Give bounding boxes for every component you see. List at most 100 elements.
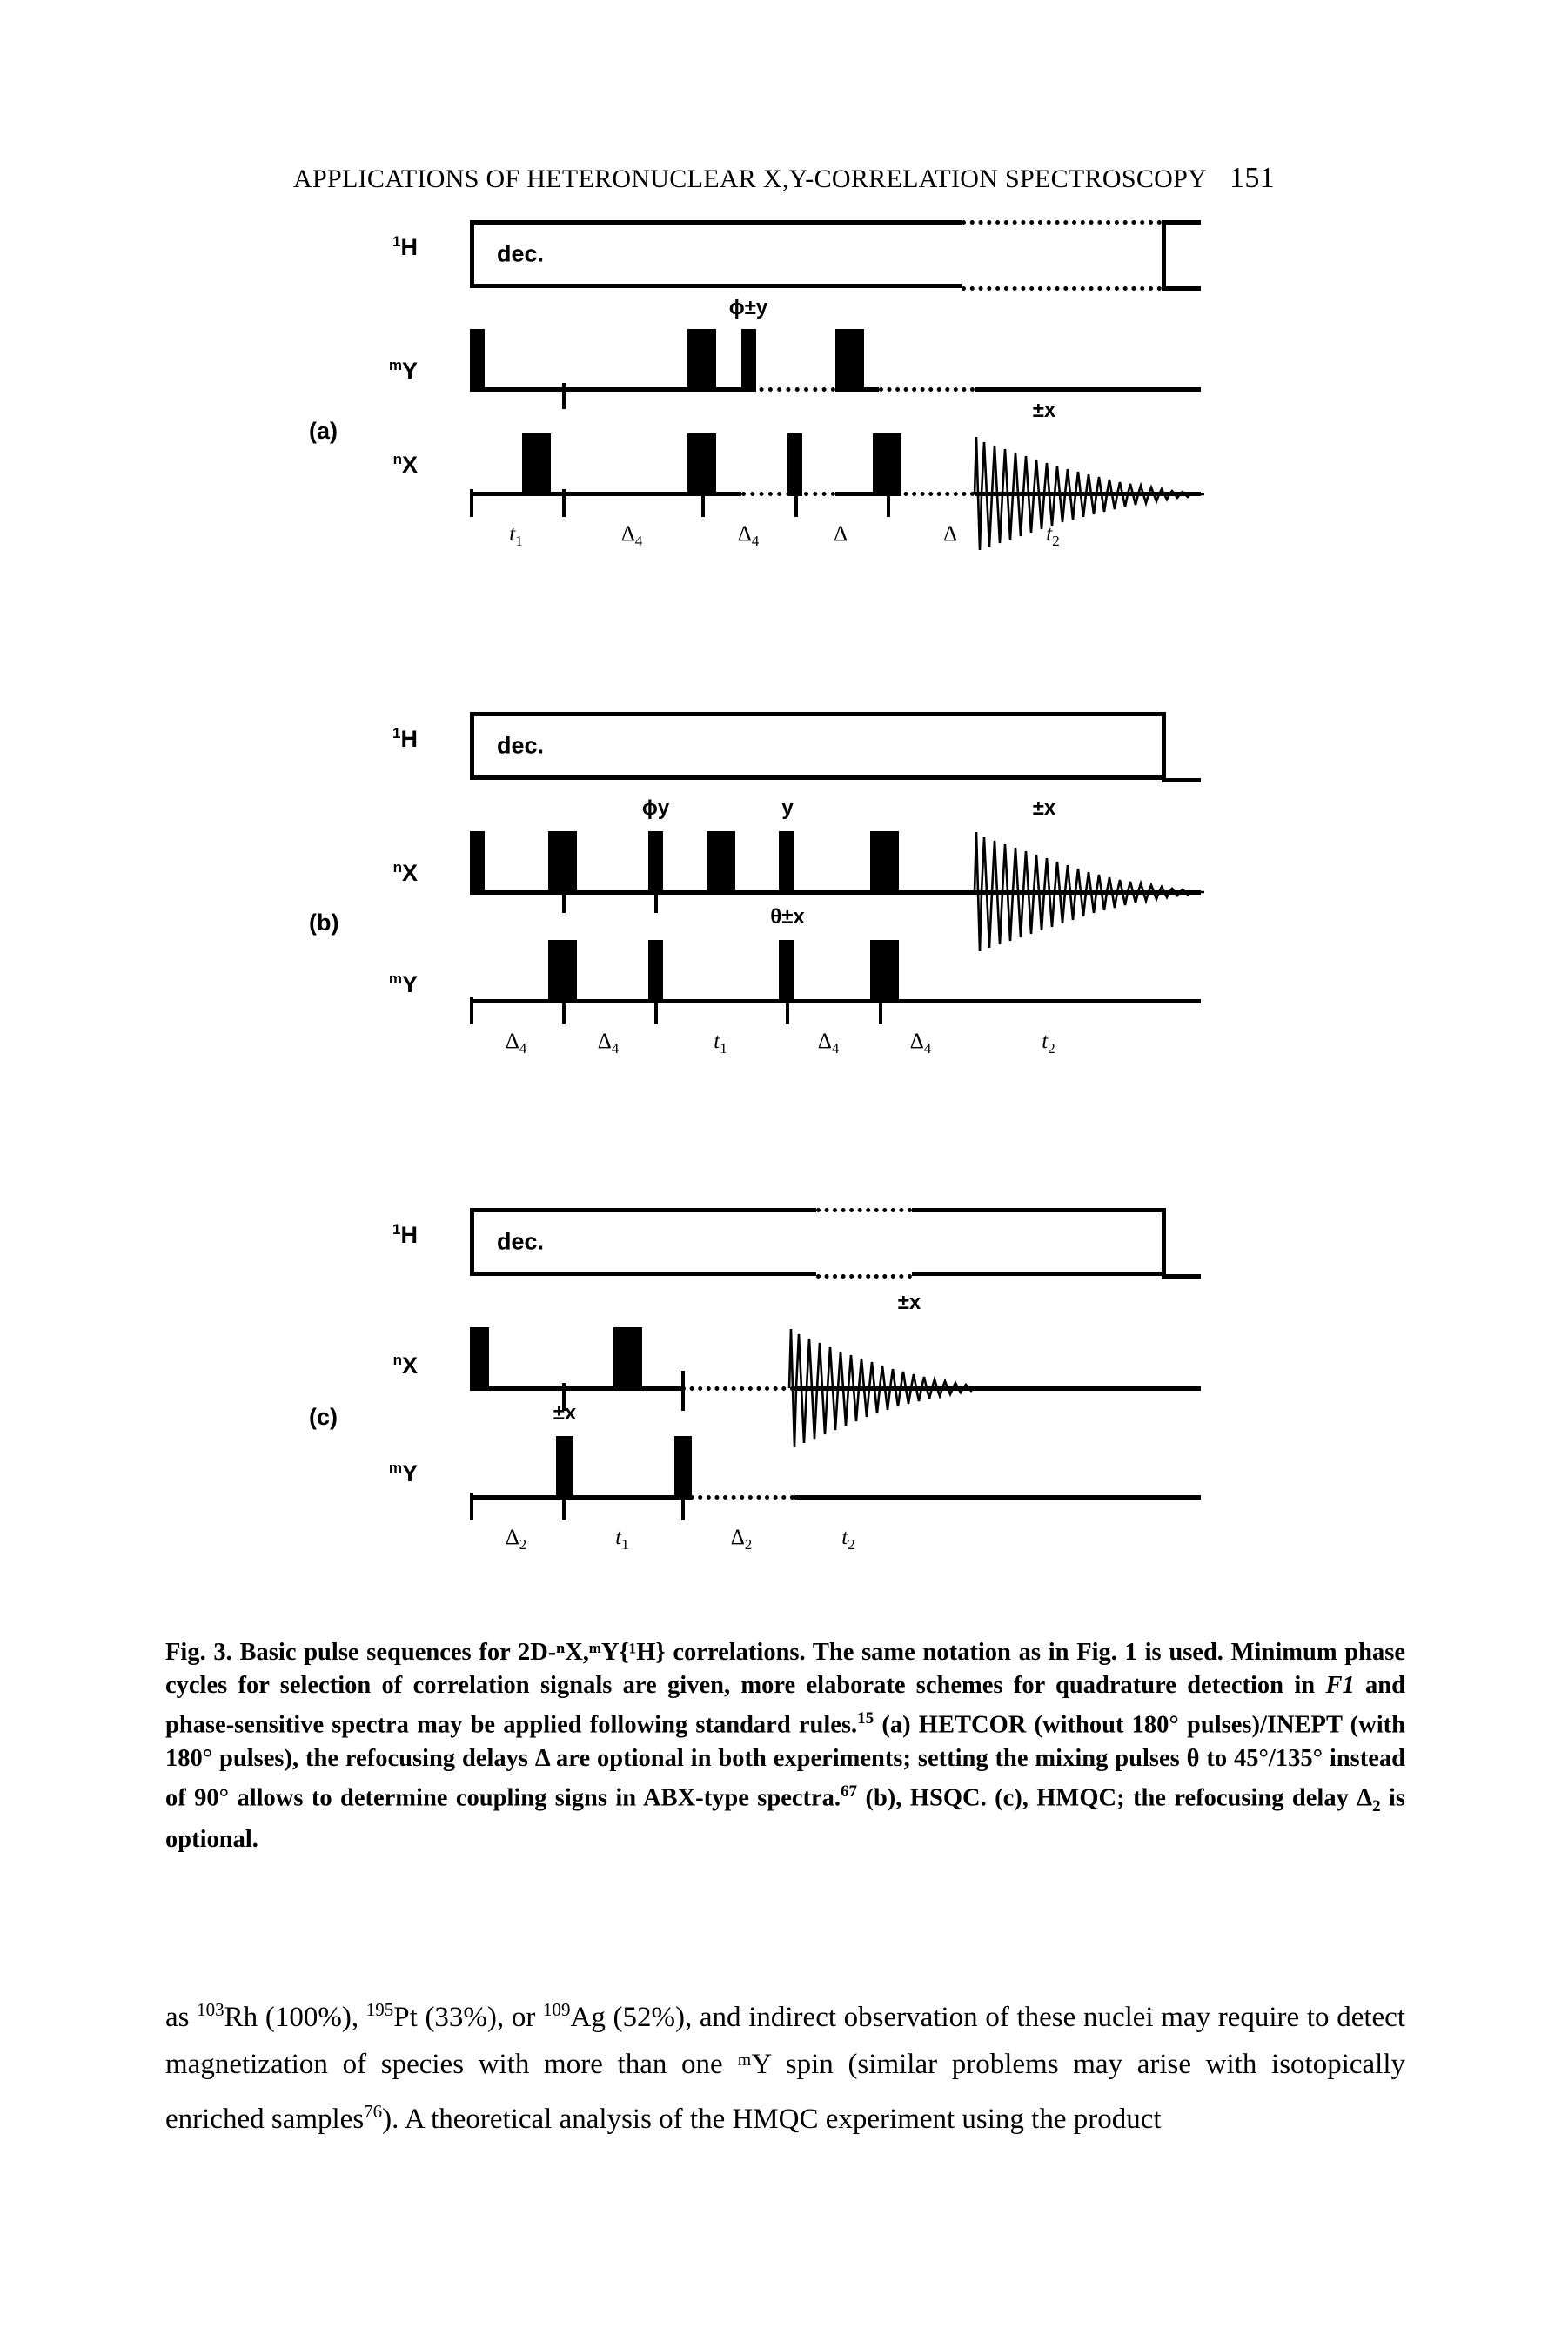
caption-text-5: (b), HSQC. (c), HMQC; the refocusing del… [857, 1784, 1373, 1811]
phase-label-nx-b-y: y [781, 796, 794, 820]
decoupler-label-b: dec. [497, 732, 545, 759]
decoupler-tail-bottom-a [1162, 286, 1201, 291]
tick-nx-b-1 [562, 887, 566, 913]
time-label-a-t1: t1 [509, 522, 523, 549]
decoupler-label-a: dec. [497, 240, 545, 267]
time-label-b-d4c: Δ4 [817, 1030, 840, 1057]
decoupler-box-c: dec. [470, 1208, 1166, 1276]
decoupler-tail-bottom-c [1162, 1274, 1201, 1279]
pulse-nx-b-5 [779, 831, 794, 895]
page-number: 151 [1230, 162, 1275, 194]
time-tick-c-1 [562, 1493, 566, 1520]
channel-label-1h-a: 1H [392, 233, 418, 260]
body-text-2: Rh (100%), [224, 2002, 366, 2033]
time-label-c-t1: t1 [615, 1526, 629, 1553]
time-tick-a-2 [701, 489, 705, 517]
panel-b: (b) 1H dec. nX ϕy y ±x mY θ±x Δ4 Δ4 t1 Δ… [0, 692, 1568, 1101]
phase-label-nx-b-x: ±x [1032, 796, 1056, 820]
time-tick-b-2 [654, 997, 658, 1024]
figure-caption: Fig. 3. Basic pulse sequences for 2D-ⁿX,… [165, 1636, 1405, 1856]
time-label-a-d4a: Δ4 [620, 522, 643, 549]
pulse-nx-a-1 [522, 433, 551, 496]
channel-label-my-c: mY [388, 1460, 418, 1487]
body-sup-76: 76 [364, 2101, 383, 2122]
pulse-my-c-2 [674, 1436, 692, 1500]
time-label-a-d2: Δ [942, 522, 958, 546]
pulse-nx-b-1 [470, 831, 485, 895]
channel-label-nx-a: nX [392, 451, 418, 478]
time-tick-b-1 [562, 997, 566, 1024]
channel-label-1h-b: 1H [392, 725, 418, 752]
phase-label-nx-a: ±x [1032, 399, 1056, 422]
caption-delta-sub: 2 [1372, 1796, 1381, 1815]
channel-label-my-a: mY [388, 357, 418, 384]
axis-my-c-2 [794, 1495, 1201, 1500]
caption-ref-67: 67 [841, 1782, 858, 1801]
pulse-my-b-2 [648, 940, 663, 1003]
channel-label-1h-c: 1H [392, 1221, 418, 1248]
tick-my-a-1 [562, 383, 566, 409]
pulse-my-b-3 [779, 940, 794, 1003]
fid-c [787, 1326, 1014, 1452]
pulse-my-b-1 [548, 940, 577, 1003]
body-text-1: as [165, 2002, 198, 2033]
time-label-a-t2: t2 [1046, 522, 1060, 549]
time-label-a-d1: Δ [833, 522, 848, 546]
panel-a-label: (a) [309, 418, 338, 444]
time-label-b-d4a: Δ4 [505, 1030, 527, 1057]
caption-text-1: Basic pulse sequences for 2D- [239, 1639, 557, 1666]
decoupler-dots-top-c [816, 1208, 912, 1212]
axis-nx-c-dots [681, 1386, 794, 1391]
time-label-a-d4b: Δ4 [737, 522, 760, 549]
figure-3: (a) 1H dec. mY ϕ±y nX ±x t1 Δ4 Δ4 Δ Δ t2… [0, 200, 1568, 1610]
pulse-my-a-1 [470, 329, 485, 392]
caption-ref-15: 15 [857, 1709, 874, 1728]
panel-c: (c) 1H dec. nX ±x mY ±x Δ2 t1 Δ2 t2 [0, 1188, 1568, 1597]
pulse-nx-a-2 [687, 433, 716, 496]
pulse-nx-b-3 [648, 831, 663, 895]
body-text-6: ). A theoretical analysis of the HMQC ex… [382, 2104, 1162, 2135]
time-tick-c-0 [470, 1493, 473, 1520]
pulse-nx-c-1 [470, 1327, 489, 1391]
pulse-nx-c-2 [613, 1327, 642, 1391]
body-sup-109: 109 [543, 1999, 571, 2020]
time-label-b-t1: t1 [714, 1030, 727, 1057]
decoupler-box-a: dec. [470, 220, 1166, 288]
running-head: APPLICATIONS OF HETERONUCLEAR X,Y-CORREL… [0, 162, 1568, 195]
channel-label-my-b: mY [388, 970, 418, 997]
panel-b-label: (b) [309, 909, 339, 936]
time-label-c-d2b: Δ2 [730, 1526, 753, 1553]
fid-b [973, 829, 1208, 956]
fid-a [973, 433, 1208, 555]
time-label-c-d2a: Δ2 [505, 1526, 527, 1553]
tick-nx-b-2 [654, 887, 658, 913]
time-tick-a-3 [794, 489, 798, 517]
time-tick-b-4 [879, 997, 882, 1024]
body-text-3: Pt (33%), or [393, 2002, 543, 2033]
decoupler-dots-bottom-a [962, 286, 1162, 291]
pulse-nx-b-4 [707, 831, 735, 895]
axis-my-a-3 [975, 387, 1201, 392]
channel-label-nx-c: nX [392, 1352, 418, 1379]
panel-c-label: (c) [309, 1404, 338, 1430]
pulse-my-c-1 [556, 1436, 573, 1500]
axis-my-a-dots2 [879, 387, 975, 392]
decoupler-dots-bottom-c [816, 1274, 912, 1279]
phase-label-my-a: ϕ±y [728, 296, 768, 319]
pulse-nx-b-6 [870, 831, 899, 895]
caption-figure-number: Fig. 3. [165, 1639, 232, 1666]
time-tick-a-1 [562, 489, 566, 517]
pulse-my-a-4 [835, 329, 864, 392]
phase-label-nx-b-phiy: ϕy [641, 796, 670, 820]
axis-my-b [470, 999, 1201, 1003]
phase-label-my-b-theta: θ±x [770, 905, 805, 929]
phase-label-nx-c: ±x [897, 1291, 921, 1314]
pulse-my-a-2 [687, 329, 716, 392]
time-tick-b-3 [786, 997, 789, 1024]
panel-a: (a) 1H dec. mY ϕ±y nX ±x t1 Δ4 Δ4 Δ Δ t2 [0, 200, 1568, 609]
pulse-my-b-4 [870, 940, 899, 1003]
time-label-c-t2: t2 [841, 1526, 855, 1553]
decoupler-label-c: dec. [497, 1228, 545, 1255]
axis-nx-c-1 [470, 1386, 681, 1391]
decoupler-box-b: dec. [470, 712, 1166, 780]
